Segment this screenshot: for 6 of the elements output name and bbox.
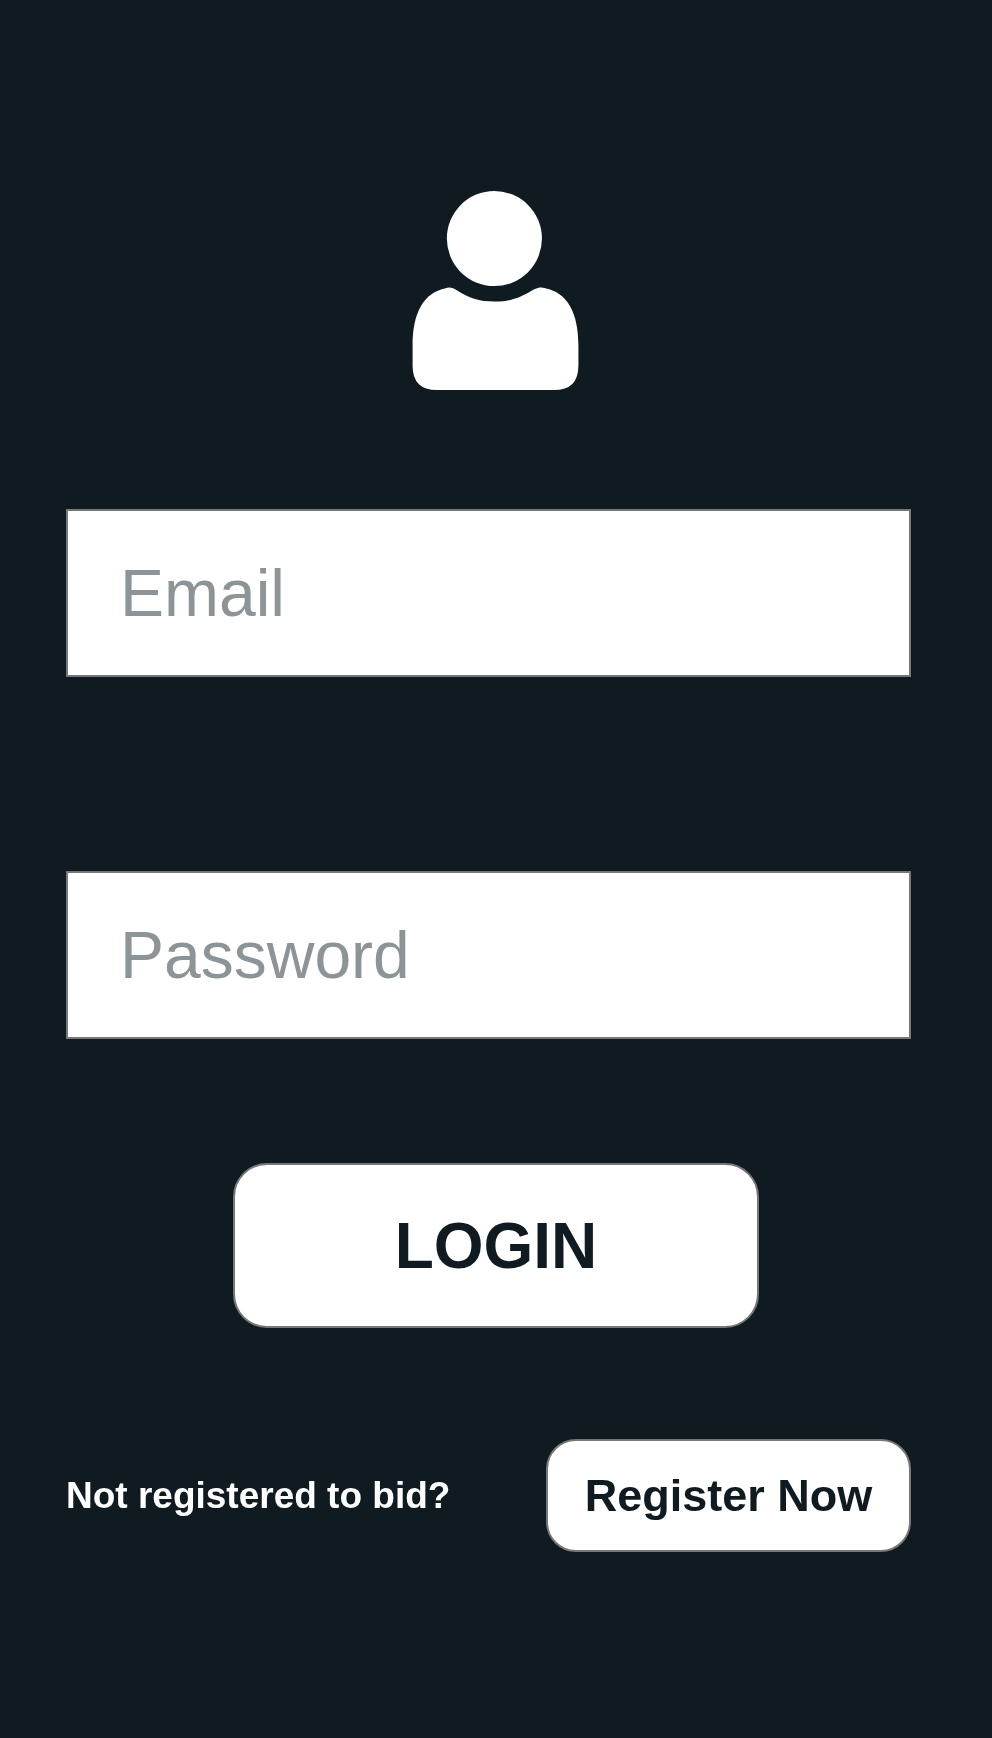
login-button[interactable]: LOGIN xyxy=(233,1163,759,1328)
register-button[interactable]: Register Now xyxy=(546,1439,911,1552)
input-field[interactable]: Password xyxy=(66,871,911,1039)
input-field[interactable]: Email xyxy=(66,509,911,677)
register-prompt: Not registered to bid? xyxy=(66,1473,451,1518)
user-icon xyxy=(412,191,579,390)
